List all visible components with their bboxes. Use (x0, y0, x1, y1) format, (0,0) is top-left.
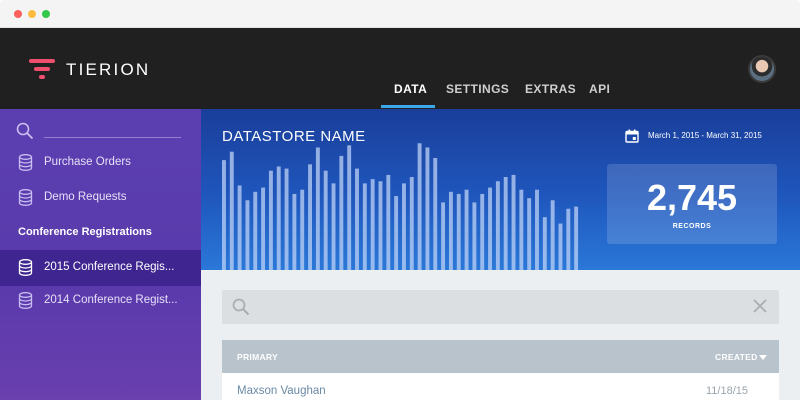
activity-bar (488, 187, 492, 270)
records-label: RECORDS (672, 223, 712, 230)
activity-bar (229, 151, 234, 270)
activity-bar (362, 183, 367, 270)
activity-bar (464, 189, 469, 270)
database-icon (18, 292, 33, 309)
activity-bar (292, 193, 297, 270)
activity-bar (284, 168, 289, 270)
sidebar-item-label: Demo Requests (44, 191, 127, 203)
activity-bar (550, 200, 555, 270)
activity-bar (511, 174, 516, 270)
activity-bar (566, 208, 571, 270)
records-count: 2,745 (646, 177, 738, 218)
records-search-input[interactable] (258, 298, 738, 316)
browser-titlebar (0, 0, 800, 28)
table-row[interactable]: Maxson Vaughan 11/18/15 (222, 373, 779, 400)
sidebar-item-label: Purchase Orders (44, 156, 131, 168)
activity-bar (535, 189, 539, 270)
activity-bar (222, 160, 226, 270)
window-close-dot[interactable] (14, 10, 22, 18)
column-header-primary[interactable]: PRIMARY (237, 352, 278, 362)
nav-tab-data[interactable]: DATA (394, 82, 427, 96)
chevron-down-icon[interactable] (759, 355, 767, 360)
activity-bar (448, 191, 453, 270)
nav-tab-extras[interactable]: EXTRAS (525, 82, 576, 96)
activity-bar (276, 166, 281, 270)
activity-bar (378, 181, 383, 270)
activity-bar-chart (222, 143, 579, 270)
search-icon[interactable] (16, 122, 34, 140)
activity-bar (253, 191, 258, 270)
activity-bar (495, 181, 500, 270)
user-avatar[interactable] (748, 55, 776, 83)
records-card: 2,745 RECORDS (607, 164, 777, 244)
activity-bar (300, 189, 305, 270)
sidebar-item-label: 2015 Conference Regis... (44, 261, 175, 273)
activity-bar (574, 206, 579, 270)
activity-bar (480, 193, 485, 270)
sidebar-search-underline (44, 137, 181, 138)
sidebar-item-label: 2014 Conference Regist... (44, 294, 178, 306)
activity-bar (441, 202, 446, 270)
activity-bar (323, 170, 328, 270)
activity-bar (245, 200, 250, 270)
activity-bar (331, 183, 336, 270)
row-created-value: 11/18/15 (706, 385, 749, 397)
window-maximize-dot[interactable] (42, 10, 50, 18)
sidebar-search-input[interactable] (44, 121, 181, 137)
activity-bar (425, 147, 430, 270)
activity-bar (308, 164, 312, 270)
activity-bar (527, 198, 532, 270)
nav-tab-settings[interactable]: SETTINGS (446, 82, 509, 96)
table-header: PRIMARY CREATED (222, 340, 779, 373)
sidebar-item-demo-requests[interactable]: Demo Requests (0, 180, 201, 216)
activity-bar (386, 174, 391, 270)
sidebar-section-title: Conference Registrations (18, 226, 152, 238)
sidebar-item-purchase-orders[interactable]: Purchase Orders (0, 145, 201, 181)
activity-bar (237, 185, 242, 270)
activity-bar (347, 145, 352, 270)
activity-bar (409, 177, 414, 270)
date-range[interactable]: March 1, 2015 - March 31, 2015 (648, 131, 762, 140)
activity-bar (472, 202, 477, 270)
activity-bar (542, 217, 547, 270)
row-primary-value: Maxson Vaughan (237, 385, 326, 397)
activity-bar (519, 189, 524, 270)
sidebar-item-2015-conference[interactable]: 2015 Conference Regis... (0, 250, 201, 286)
activity-bar (394, 196, 399, 270)
activity-bar (456, 193, 461, 270)
activity-bar (558, 223, 563, 270)
activity-bar (339, 155, 344, 270)
database-icon (18, 154, 33, 171)
active-tab-indicator (381, 105, 435, 108)
records-table: PRIMARY CREATED Maxson Vaughan 11/18/15 (222, 340, 779, 400)
activity-bar (370, 179, 375, 270)
app-name: TIERION (66, 60, 151, 79)
sidebar-item-2014-conference[interactable]: 2014 Conference Regist... (0, 283, 201, 319)
activity-bar (268, 170, 273, 270)
nav-tab-api[interactable]: API (589, 82, 610, 96)
search-icon[interactable] (232, 298, 250, 316)
column-header-created[interactable]: CREATED (715, 352, 758, 362)
activity-bar (261, 187, 266, 270)
activity-bar (402, 183, 406, 270)
calendar-icon[interactable] (625, 129, 639, 143)
close-icon[interactable] (752, 298, 768, 314)
activity-bar (315, 147, 320, 270)
database-icon (18, 189, 33, 206)
datastore-header: DATASTORE NAME March 1, 2015 - March 31,… (201, 109, 800, 270)
window-minimize-dot[interactable] (28, 10, 36, 18)
database-icon (18, 259, 33, 276)
activity-bar (503, 177, 508, 270)
activity-bar (355, 168, 359, 270)
activity-bar (433, 158, 438, 270)
activity-bar (417, 143, 422, 270)
tierion-logo-icon (29, 59, 55, 79)
